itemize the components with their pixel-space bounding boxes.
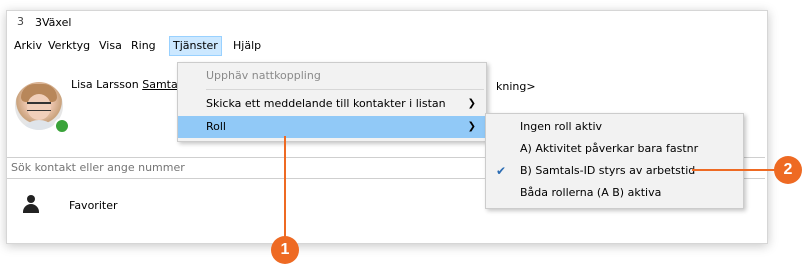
menu-visa[interactable]: Visa bbox=[96, 36, 125, 56]
menu-arkiv[interactable]: Arkiv bbox=[11, 36, 45, 56]
favorites-label: Favoriter bbox=[69, 199, 118, 212]
title-bar: 3 3Växel bbox=[7, 11, 767, 33]
menu-verktyg[interactable]: Verktyg bbox=[45, 36, 93, 56]
user-name-text: Lisa Larsson bbox=[71, 78, 139, 91]
menu-item-skicka-meddelande[interactable]: Skicka ett meddelande till kontakter i l… bbox=[178, 93, 486, 115]
app-logo-icon: 3 bbox=[17, 15, 24, 28]
menu-separator bbox=[206, 89, 484, 90]
callout-2-badge: 2 bbox=[774, 156, 802, 184]
menu-item-roll[interactable]: Roll ❯ bbox=[178, 116, 486, 138]
callout-1-badge: 1 bbox=[271, 236, 299, 264]
submenu-item-bada-roller[interactable]: Båda rollerna (A B) aktiva bbox=[486, 182, 743, 204]
menu-bar: Arkiv Verktyg Visa Ring Tjänster Hjälp bbox=[7, 36, 767, 56]
submenu-item-roll-a[interactable]: A) Aktivitet påverkar bara fastnr bbox=[486, 138, 743, 160]
person-icon bbox=[23, 195, 39, 213]
checkmark-icon: ✔ bbox=[496, 164, 507, 178]
window-title: 3Växel bbox=[35, 16, 72, 29]
callout-1-line bbox=[284, 136, 286, 238]
callout-2-line bbox=[692, 169, 777, 171]
tjanster-menu: Upphäv nattkoppling Skicka ett meddeland… bbox=[177, 62, 487, 142]
menu-ring[interactable]: Ring bbox=[128, 36, 159, 56]
user-status-text: kning> bbox=[496, 80, 536, 93]
menu-hjalp[interactable]: Hjälp bbox=[230, 36, 264, 56]
presence-status-icon bbox=[54, 118, 70, 134]
chevron-right-icon: ❯ bbox=[467, 121, 476, 132]
chevron-right-icon: ❯ bbox=[467, 98, 476, 109]
submenu-item-ingen-roll[interactable]: Ingen roll aktiv bbox=[486, 116, 743, 138]
user-name: Lisa Larsson Samtals bbox=[71, 78, 187, 91]
search-input[interactable] bbox=[7, 158, 415, 176]
submenu-item-roll-b[interactable]: ✔ B) Samtals-ID styrs av arbetstid bbox=[486, 160, 743, 182]
menu-item-upphav-nattkoppling[interactable]: Upphäv nattkoppling bbox=[178, 65, 486, 87]
roll-submenu: Ingen roll aktiv A) Aktivitet påverkar b… bbox=[485, 113, 744, 209]
menu-tjanster[interactable]: Tjänster bbox=[169, 36, 222, 56]
